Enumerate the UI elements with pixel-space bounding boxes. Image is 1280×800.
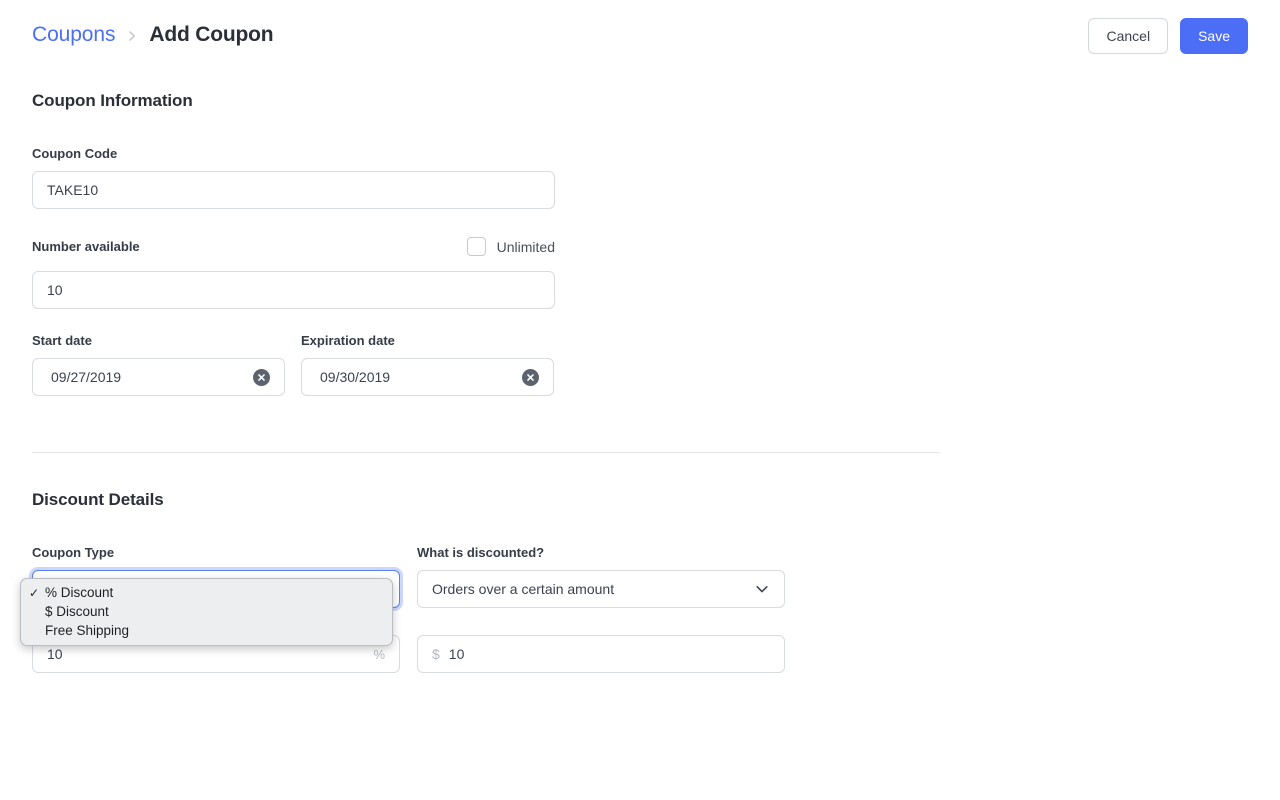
field-number-available: Number available Unlimited 10: [32, 237, 555, 309]
clear-circle-icon[interactable]: [253, 368, 270, 386]
dropdown-option-label: $ Discount: [45, 604, 109, 619]
threshold-amount-value: 10: [448, 646, 465, 662]
chevron-right-icon: [125, 29, 139, 43]
start-date-value: 09/27/2019: [51, 369, 122, 385]
section-heading-discount-details: Discount Details: [32, 490, 164, 509]
field-threshold-amount: $ 10: [417, 635, 785, 673]
start-date-input[interactable]: 09/27/2019: [32, 358, 285, 396]
dropdown-option-label: Free Shipping: [45, 623, 130, 638]
coupon-type-dropdown-menu[interactable]: ✓ % Discount $ Discount Free Shipping: [20, 578, 393, 646]
clear-circle-icon[interactable]: [522, 368, 539, 386]
section-divider: [32, 452, 940, 453]
field-coupon-code: Coupon Code TAKE10: [32, 146, 555, 209]
expiration-date-value: 09/30/2019: [320, 369, 391, 385]
discount-amount-value: 10: [47, 646, 63, 662]
what-is-discounted-select[interactable]: Orders over a certain amount: [417, 570, 785, 608]
breadcrumb-link-coupons[interactable]: Coupons: [32, 23, 115, 47]
top-bar: Coupons Add Coupon Cancel Save: [0, 0, 1280, 74]
dropdown-option-label: % Discount: [45, 585, 114, 600]
label-expiration-date: Expiration date: [301, 333, 395, 348]
coupon-code-value: TAKE10: [47, 182, 99, 198]
breadcrumb: Coupons Add Coupon: [32, 23, 274, 47]
percent-suffix: %: [373, 646, 385, 662]
field-start-date: Start date 09/27/2019: [32, 333, 285, 396]
check-icon: ✓: [29, 585, 40, 600]
dropdown-option-dollar-discount[interactable]: $ Discount: [21, 602, 392, 621]
what-is-discounted-selected-value: Orders over a certain amount: [432, 581, 615, 597]
dropdown-option-free-shipping[interactable]: Free Shipping: [21, 621, 392, 640]
field-what-is-discounted: What is discounted? Orders over a certai…: [417, 545, 785, 608]
number-available-input[interactable]: 10: [32, 271, 555, 309]
label-coupon-code: Coupon Code: [32, 146, 118, 161]
cancel-button[interactable]: Cancel: [1088, 18, 1169, 54]
number-available-value: 10: [47, 282, 63, 298]
coupon-code-input[interactable]: TAKE10: [32, 171, 555, 209]
dropdown-option-percent-discount[interactable]: ✓ % Discount: [21, 583, 392, 602]
label-coupon-type: Coupon Type: [32, 545, 115, 560]
section-heading-coupon-information: Coupon Information: [32, 91, 193, 110]
chevron-down-icon: [754, 581, 770, 597]
field-expiration-date: Expiration date 09/30/2019: [301, 333, 554, 396]
unlimited-label: Unlimited: [496, 238, 555, 255]
label-start-date: Start date: [32, 333, 92, 348]
label-number-available: Number available: [32, 239, 140, 254]
threshold-amount-input[interactable]: $ 10: [417, 635, 785, 673]
unlimited-checkbox[interactable]: [466, 237, 486, 256]
unlimited-checkbox-group[interactable]: Unlimited: [466, 237, 555, 256]
dollar-prefix: $: [432, 646, 440, 662]
toolbar-actions: Cancel Save: [1088, 18, 1248, 54]
label-what-is-discounted: What is discounted?: [417, 545, 545, 560]
expiration-date-input[interactable]: 09/30/2019: [301, 358, 554, 396]
save-button[interactable]: Save: [1180, 18, 1248, 54]
add-coupon-page: Coupons Add Coupon Cancel Save Coupon In…: [0, 0, 1280, 800]
number-available-header: Number available Unlimited: [32, 237, 555, 256]
page-title: Add Coupon: [149, 23, 274, 46]
